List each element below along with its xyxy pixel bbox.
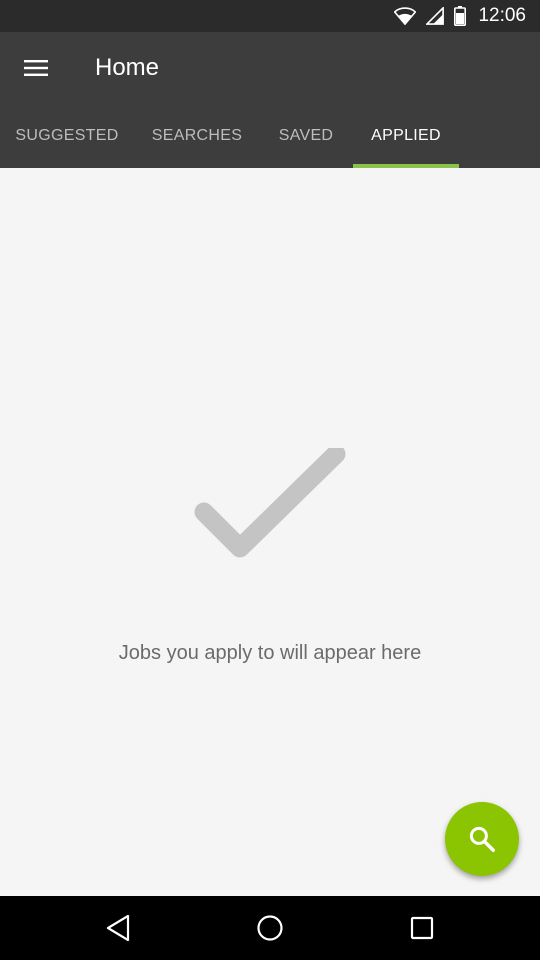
back-icon (106, 914, 130, 942)
battery-icon (454, 6, 467, 26)
menu-button[interactable] (12, 44, 60, 92)
status-bar: 12:06 (0, 0, 540, 32)
tab-applied[interactable]: APPLIED (353, 104, 459, 168)
recents-button[interactable] (400, 906, 444, 950)
empty-state-message: Jobs you apply to will appear here (118, 642, 422, 664)
recents-icon (410, 916, 434, 940)
system-nav-bar (0, 896, 540, 960)
tab-suggested[interactable]: SUGGESTED (0, 104, 134, 168)
checkmark-icon (194, 448, 346, 558)
hamburger-menu-icon (24, 60, 48, 76)
app-bar: Home (0, 32, 540, 104)
page-title: Home (95, 54, 160, 81)
signal-icon (426, 7, 445, 25)
wifi-icon (394, 7, 417, 25)
search-icon (469, 826, 495, 852)
home-button[interactable] (248, 906, 292, 950)
back-button[interactable] (96, 906, 140, 950)
status-time: 12:06 (478, 5, 526, 26)
search-fab[interactable] (445, 802, 519, 876)
tab-bar: SUGGESTED SEARCHES SAVED APPLIED (0, 104, 540, 168)
tab-searches[interactable]: SEARCHES (134, 104, 260, 168)
applied-jobs-panel: Jobs you apply to will appear here (0, 168, 540, 896)
home-icon (257, 915, 283, 941)
tab-saved[interactable]: SAVED (260, 104, 352, 168)
